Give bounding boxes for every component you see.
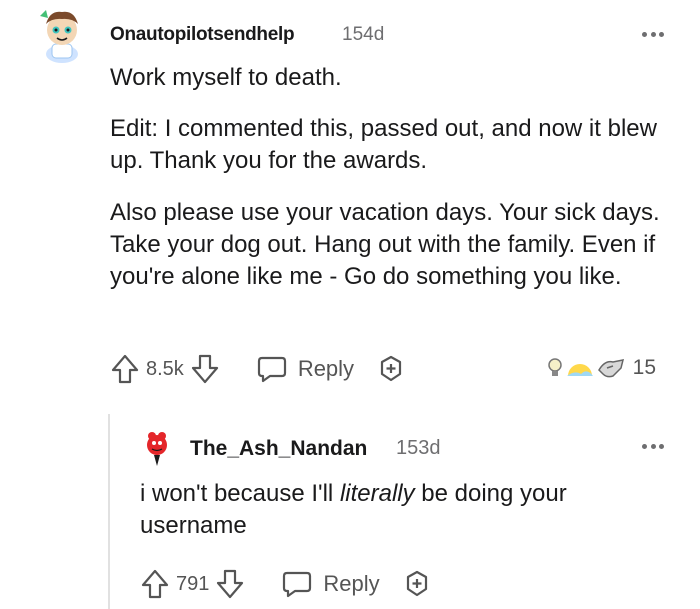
reply-bubble-icon <box>283 571 312 598</box>
handshake-award-icon <box>597 359 624 378</box>
give-award-button[interactable] <box>376 354 406 384</box>
thread-line[interactable] <box>108 414 110 609</box>
reply-text-start: i won't because I'll <box>140 480 340 507</box>
reply-username[interactable]: The_Ash_Nandan <box>190 437 367 461</box>
reply-age: 153d <box>396 437 441 459</box>
downvote-button[interactable] <box>215 568 245 600</box>
comment-actions: 8.5k Reply <box>110 351 406 387</box>
more-options-icon[interactable] <box>642 32 664 38</box>
upvote-icon <box>111 354 139 384</box>
reply-actions: 791 Reply <box>140 566 432 602</box>
reply-bubble-icon <box>257 356 286 383</box>
comment-paragraph: Work myself to death. <box>110 64 342 91</box>
give-award-button[interactable] <box>402 569 432 599</box>
comment-paragraph: Also please use your vacation days. Your… <box>110 199 660 290</box>
upvote-button[interactable] <box>140 568 170 600</box>
more-options-icon[interactable] <box>642 444 664 450</box>
give-award-icon <box>406 570 427 597</box>
reply-button[interactable]: Reply <box>256 354 354 384</box>
sunrise-award-icon <box>566 364 593 376</box>
downvote-icon <box>191 354 218 384</box>
comment-username[interactable]: Onautopilotsendhelp <box>110 24 295 46</box>
awards-group[interactable]: 15 <box>545 354 656 382</box>
give-award-icon <box>380 355 402 382</box>
reply-label: Reply <box>297 356 355 381</box>
award-count: 15 <box>632 356 656 379</box>
reply-score: 791 <box>176 572 210 595</box>
reply-text-italic: literally <box>339 480 415 507</box>
lightbulb-award-icon <box>547 358 562 376</box>
reply-label: Reply <box>323 571 380 596</box>
user-avatar[interactable] <box>34 4 90 64</box>
comment-paragraph: Edit: I commented this, passed out, and … <box>110 115 657 174</box>
reply-user-avatar[interactable] <box>140 428 174 468</box>
reply-button[interactable]: Reply <box>281 569 380 599</box>
upvote-icon <box>141 569 169 599</box>
comment-age: 154d <box>342 24 385 45</box>
comment-score: 8.5k <box>146 357 184 380</box>
downvote-button[interactable] <box>190 353 220 385</box>
upvote-button[interactable] <box>110 353 140 385</box>
reply-text: i won't because I'll literally be doing … <box>140 478 640 542</box>
downvote-icon <box>217 569 244 599</box>
